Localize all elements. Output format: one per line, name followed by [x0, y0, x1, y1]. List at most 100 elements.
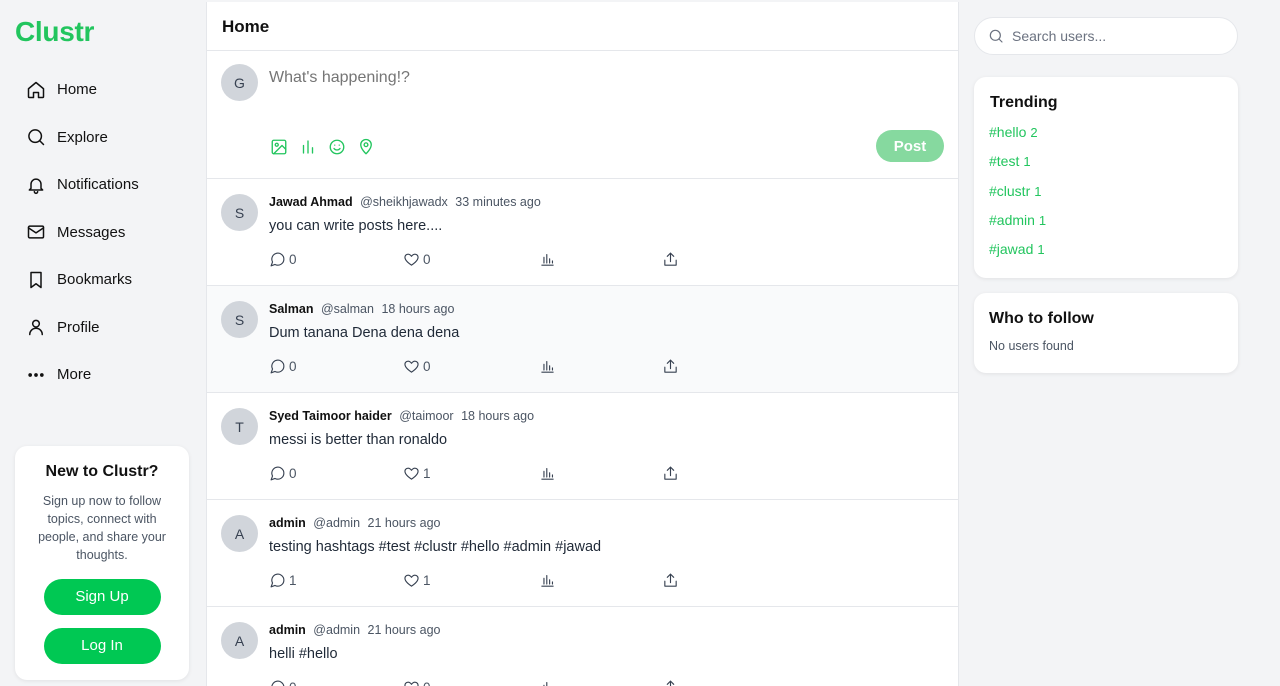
nav-item-profile[interactable]: Profile	[26, 304, 139, 352]
heart-icon	[404, 253, 419, 266]
post-author-name[interactable]: Jawad Ahmad	[269, 195, 353, 209]
nav-item-label: Bookmarks	[57, 271, 133, 289]
image-icon[interactable]	[269, 137, 289, 157]
sign-up-button[interactable]: Sign Up	[43, 579, 161, 615]
post-button[interactable]: Post	[876, 130, 944, 162]
heart-icon	[404, 467, 419, 480]
avatar[interactable]: S	[221, 301, 258, 338]
like-button[interactable]: 1	[403, 572, 431, 589]
post-author-handle[interactable]: @admin	[313, 623, 360, 637]
post[interactable]: S Salman @salman 18 hours ago Dum tanana…	[207, 286, 958, 393]
post-text: Dum tanana Dena dena dena	[269, 325, 460, 341]
post-header: Salman @salman 18 hours ago	[269, 302, 454, 316]
post-text: helli #hello	[269, 646, 338, 662]
signup-card: New to Clustr? Sign up now to follow top…	[15, 446, 189, 680]
post-author-name[interactable]: admin	[269, 623, 306, 637]
reply-count: 0	[289, 680, 297, 686]
post-text: you can write posts here....	[269, 218, 443, 234]
trending-item[interactable]: #admin 1	[989, 206, 1238, 235]
nav-item-home[interactable]: Home	[26, 66, 139, 114]
nav-item-messages[interactable]: Messages	[26, 209, 139, 257]
nav-item-notifications[interactable]: Notifications	[26, 161, 139, 209]
signup-card-text: Sign up now to follow topics, connect wi…	[38, 494, 166, 562]
emoji-icon[interactable]	[327, 137, 347, 157]
stats-icon	[541, 467, 554, 480]
like-button[interactable]: 0	[403, 358, 431, 375]
who-to-follow-card: Who to follow No users found	[974, 293, 1238, 373]
views-button[interactable]	[539, 358, 559, 375]
trending-item[interactable]: #jawad 1	[989, 235, 1238, 264]
avatar[interactable]: S	[221, 194, 258, 231]
nav-item-explore[interactable]: Explore	[26, 114, 139, 162]
nav-item-label: Messages	[57, 223, 126, 241]
compose-input[interactable]	[269, 69, 869, 87]
avatar: G	[221, 64, 258, 101]
home-icon	[26, 80, 46, 100]
search-input[interactable]	[1012, 28, 1212, 44]
trending-item[interactable]: #test 1	[989, 147, 1238, 176]
post-author-handle[interactable]: @salman	[321, 302, 374, 316]
post-header: admin @admin 21 hours ago	[269, 623, 441, 637]
post-timestamp: 33 minutes ago	[455, 195, 541, 209]
share-button[interactable]	[662, 358, 682, 375]
post-text: messi is better than ronaldo	[269, 432, 448, 448]
reply-button[interactable]: 0	[269, 251, 297, 268]
post-author-name[interactable]: Salman	[269, 302, 313, 316]
post-author-name[interactable]: admin	[269, 516, 306, 530]
log-in-button[interactable]: Log In	[43, 628, 161, 664]
like-button[interactable]: 0	[403, 679, 431, 686]
reply-button[interactable]: 0	[269, 679, 297, 686]
reply-count: 0	[289, 252, 297, 267]
post[interactable]: S Jawad Ahmad @sheikhjawadx 33 minutes a…	[207, 179, 958, 286]
views-button[interactable]	[539, 572, 559, 589]
post-author-handle[interactable]: @sheikhjawadx	[360, 195, 448, 209]
stats-icon	[543, 681, 548, 686]
compose-toolbar	[269, 137, 385, 157]
avatar[interactable]: T	[221, 408, 258, 445]
trending-item[interactable]: #hello 2	[989, 118, 1238, 147]
post[interactable]: T Syed Taimoor haider @taimoor 18 hours …	[207, 393, 958, 500]
avatar[interactable]: A	[221, 515, 258, 552]
logo[interactable]: Clustr	[15, 16, 94, 48]
post-author-name[interactable]: Syed Taimoor haider	[269, 409, 392, 423]
nav-item-label: Notifications	[57, 176, 139, 194]
reply-button[interactable]: 0	[269, 358, 297, 375]
user-search[interactable]	[974, 17, 1238, 55]
share-button[interactable]	[662, 251, 682, 268]
mail-icon	[26, 222, 46, 242]
reply-count: 1	[289, 573, 297, 588]
post[interactable]: A admin @admin 21 hours ago helli #hello…	[207, 607, 958, 686]
post-header: admin @admin 21 hours ago	[269, 516, 441, 530]
left-sidebar: Clustr Home Explore Notifications Messag…	[0, 0, 206, 686]
share-button[interactable]	[662, 572, 682, 589]
search-icon	[989, 29, 1003, 43]
reply-button[interactable]: 0	[269, 465, 297, 482]
comment-icon	[270, 466, 285, 481]
post[interactable]: A admin @admin 21 hours ago testing hash…	[207, 500, 958, 607]
like-count: 0	[423, 252, 431, 267]
share-icon	[664, 252, 677, 266]
views-button[interactable]	[539, 251, 559, 268]
views-button[interactable]	[539, 465, 559, 482]
post-text: testing hashtags #test #clustr #hello #a…	[269, 539, 602, 555]
poll-icon[interactable]	[298, 137, 318, 157]
reply-button[interactable]: 1	[269, 572, 297, 589]
share-button[interactable]	[662, 679, 682, 686]
post-header: Jawad Ahmad @sheikhjawadx 33 minutes ago	[269, 195, 541, 209]
nav-item-more[interactable]: More	[26, 351, 139, 399]
compose-box: G Post	[207, 51, 958, 179]
post-author-handle[interactable]: @taimoor	[399, 409, 453, 423]
share-icon	[664, 466, 677, 480]
like-button[interactable]: 1	[403, 465, 431, 482]
views-button[interactable]	[539, 679, 559, 686]
location-icon[interactable]	[356, 137, 376, 157]
trending-count: 1	[1034, 183, 1042, 199]
heart-icon	[404, 574, 419, 587]
bookmark-icon	[26, 270, 46, 290]
trending-item[interactable]: #clustr 1	[989, 177, 1238, 206]
nav-item-bookmarks[interactable]: Bookmarks	[26, 256, 139, 304]
share-button[interactable]	[662, 465, 682, 482]
like-button[interactable]: 0	[403, 251, 431, 268]
post-author-handle[interactable]: @admin	[313, 516, 360, 530]
avatar[interactable]: A	[221, 622, 258, 659]
